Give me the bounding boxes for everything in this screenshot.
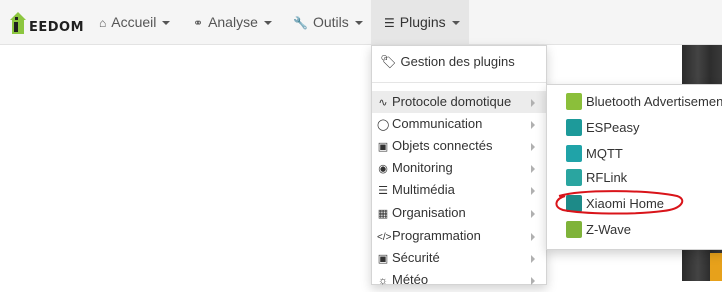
menu-item-label: Monitoring: [392, 160, 453, 175]
tags-icon: 🏷: [380, 54, 397, 69]
chevron-right-icon: [531, 233, 535, 241]
menu-organisation[interactable]: ▦ Organisation: [372, 202, 546, 224]
nav-accueil-label: Accueil: [111, 14, 157, 30]
menu-divider: [372, 82, 546, 83]
sliders-icon: ☰: [378, 185, 388, 197]
menu-item-label: Météo: [392, 272, 429, 287]
menu-objets-connectes[interactable]: ▣ Objets connectés: [372, 135, 546, 157]
plugin-label: MQTT: [586, 146, 623, 161]
plugin-label: Bluetooth Advertisement: [586, 94, 722, 109]
plugins-dropdown: 🏷 Gestion des plugins ∿ Protocole domotiqu…: [371, 45, 547, 287]
nav-analyse-label: Analyse: [208, 14, 258, 30]
plugin-mqtt[interactable]: MQTT: [547, 141, 722, 167]
calendar-icon: ▦: [377, 208, 389, 220]
plugin-label: Z-Wave: [586, 222, 632, 237]
nav-plugins[interactable]: ☰ Plugins: [371, 0, 469, 44]
menu-gestion-plugins[interactable]: 🏷 Gestion des plugins: [372, 46, 546, 82]
code-icon: </>: [377, 232, 392, 243]
menu-communication[interactable]: ◯ Communication: [372, 113, 546, 135]
menu-monitoring[interactable]: ◉ Monitoring: [372, 157, 546, 179]
menu-item-label: Objets connectés: [392, 138, 493, 153]
espeasy-plugin-icon: [566, 119, 582, 136]
comment-icon: ◯: [377, 119, 390, 131]
rflink-plugin-icon: [566, 169, 582, 186]
rss-icon: ∿: [378, 97, 388, 109]
sun-icon: ☼: [377, 275, 389, 287]
zwave-plugin-icon: [566, 221, 582, 238]
nav-accueil[interactable]: ⌂ Accueil: [91, 0, 176, 44]
plugin-espeasy[interactable]: ESPeasy: [547, 115, 722, 141]
wrench-icon: 🔧: [293, 16, 308, 30]
stethoscope-icon: ⚭: [193, 16, 204, 30]
chevron-right-icon: [531, 165, 535, 173]
home-icon: ⌂: [99, 16, 107, 30]
lock-icon: ▣: [377, 253, 389, 265]
menu-programmation[interactable]: </>Programmation: [372, 225, 546, 247]
chevron-right-icon: [531, 255, 535, 263]
jeedom-logo[interactable]: EEDOM: [8, 8, 84, 38]
chevron-right-icon: [531, 121, 535, 129]
chevron-down-icon: [162, 21, 171, 26]
plugin-xiaomi-home[interactable]: Xiaomi Home: [547, 191, 722, 217]
nav-outils[interactable]: 🔧 Outils: [285, 0, 365, 44]
plugin-rflink[interactable]: RFLink: [547, 165, 722, 191]
nav-outils-label: Outils: [312, 14, 349, 30]
tachometer-icon: ◉: [378, 163, 388, 175]
menu-item-label: Programmation: [392, 228, 481, 243]
plugin-label: Xiaomi Home: [586, 196, 665, 211]
nav-analyse[interactable]: ⚭ Analyse: [185, 0, 280, 44]
mqtt-plugin-icon: [566, 145, 582, 162]
chevron-right-icon: [531, 210, 535, 218]
top-navbar: EEDOM ⌂ Accueil ⚭ Analyse 🔧 Outils ☰ Plugins: [0, 0, 722, 45]
menu-item-label: Communication: [392, 116, 483, 131]
logo-text: EEDOM: [29, 20, 85, 35]
menu-meteo[interactable]: ☼ Météo: [372, 269, 546, 291]
nav-plugins-label: Plugins: [399, 14, 446, 30]
chevron-down-icon: [451, 21, 460, 26]
plugin-label: ESPeasy: [586, 120, 640, 135]
chevron-right-icon: [531, 99, 535, 107]
chevron-right-icon: [531, 277, 535, 285]
list-icon: ☰: [384, 16, 395, 30]
chevron-right-icon: [531, 187, 535, 195]
menu-protocole-domotique[interactable]: ∿ Protocole domotique: [372, 91, 546, 113]
chevron-right-icon: [531, 143, 535, 151]
chevron-down-icon: [354, 21, 363, 26]
tv-icon: ▣: [377, 141, 389, 153]
house-logo-icon: [10, 12, 26, 34]
menu-item-label: Sécurité: [392, 250, 440, 265]
background-accent: [710, 253, 722, 281]
menu-gestion-plugins-label: Gestion des plugins: [400, 54, 515, 69]
menu-item-label: Multimédia: [392, 182, 455, 197]
menu-item-label: Protocole domotique: [392, 94, 512, 109]
chevron-down-icon: [263, 21, 272, 26]
menu-multimedia[interactable]: ☰ Multimédia: [372, 179, 546, 201]
protocole-submenu: Bluetooth Advertisement ESPeasy MQTT RFL…: [546, 84, 722, 250]
bluetooth-plugin-icon: [566, 93, 582, 110]
plugin-bluetooth-advertisement[interactable]: Bluetooth Advertisement: [547, 89, 722, 115]
menu-securite[interactable]: ▣ Sécurité: [372, 247, 546, 269]
xiaomi-plugin-icon: [566, 195, 582, 212]
menu-item-label: Organisation: [392, 205, 466, 220]
plugin-z-wave[interactable]: Z-Wave: [547, 217, 722, 243]
plugin-label: RFLink: [586, 170, 628, 185]
